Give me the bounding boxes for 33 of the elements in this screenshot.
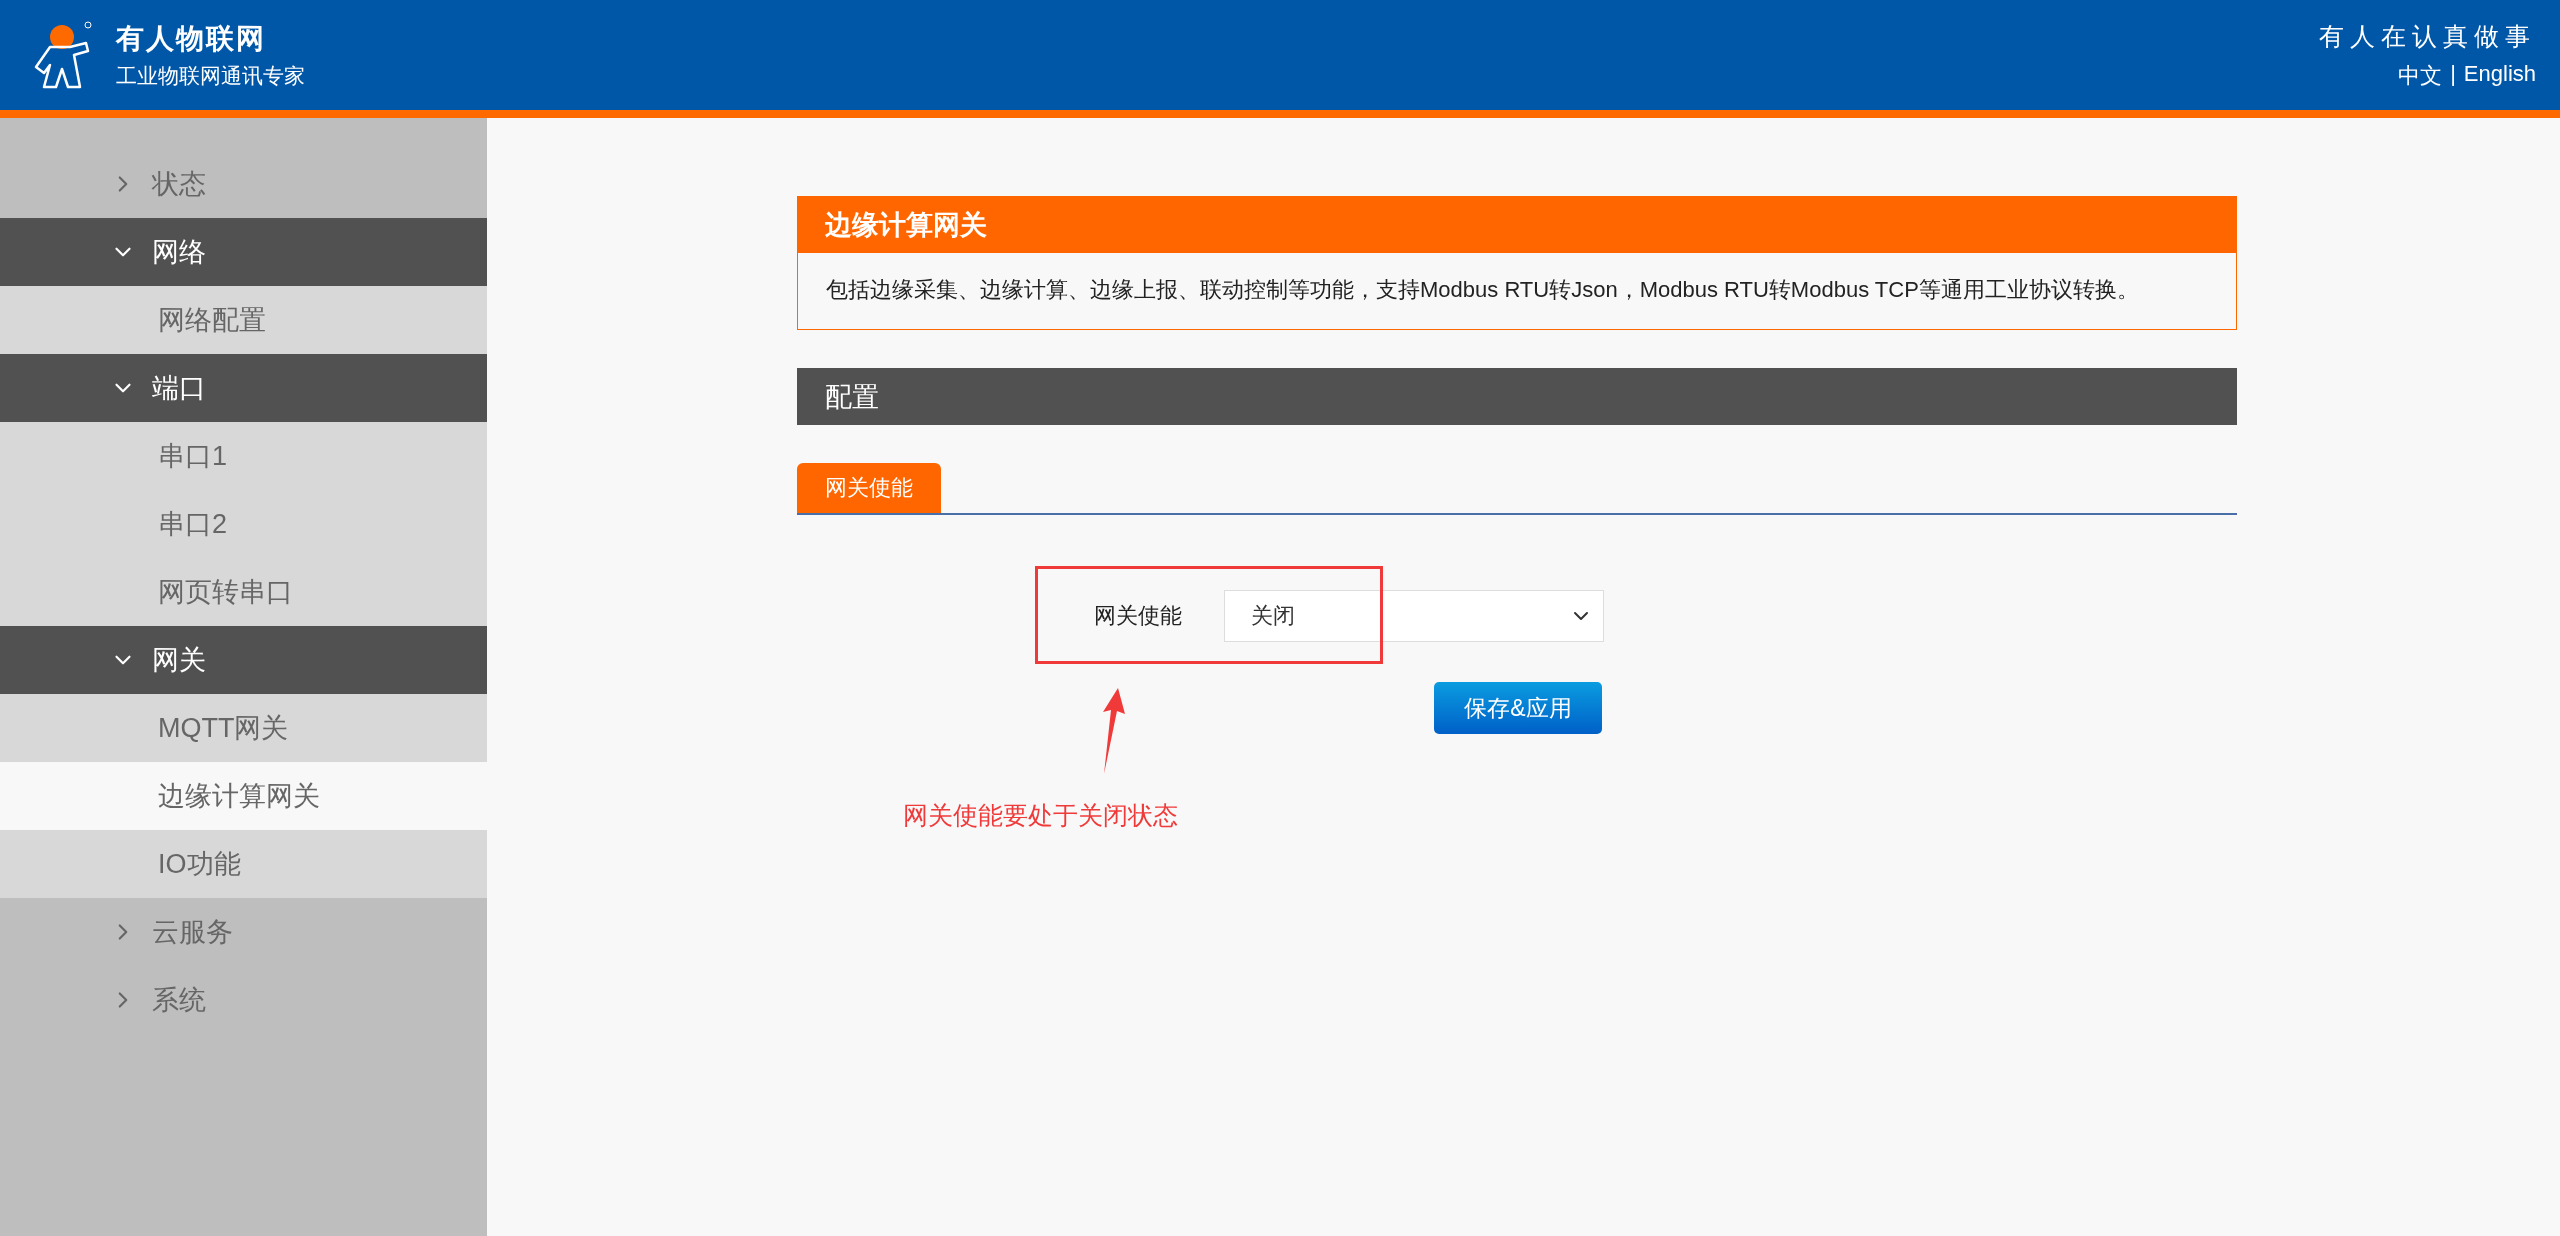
description: 包括边缘采集、边缘计算、边缘上报、联动控制等功能，支持Modbus RTU转Json，Modbus RTU转Modbus TCP等通用工业协议转换。 [797, 253, 2237, 330]
sidebar-group[interactable]: 云服务 [0, 898, 487, 966]
sidebar-group[interactable]: 端口 [0, 354, 487, 422]
slogan: 有人在认真做事 [2319, 20, 2536, 52]
language-separator: | [2450, 60, 2456, 88]
brand-tagline: 工业物联网通讯专家 [116, 63, 305, 89]
annotation-text: 网关使能要处于关闭状态 [903, 800, 1178, 831]
language-link[interactable]: English [2463, 60, 2536, 91]
language-link[interactable]: 中文 [2398, 60, 2443, 91]
sidebar-group-label: 系统 [152, 984, 206, 1017]
sidebar-group[interactable]: 网关 [0, 626, 487, 694]
brand-name: 有人物联网 [116, 22, 267, 56]
sidebar-item[interactable]: 网络配置 [0, 286, 487, 354]
sidebar-group[interactable]: 网络 [0, 218, 487, 286]
sidebar-item[interactable]: 边缘计算网关 [0, 762, 487, 830]
sidebar-item[interactable]: 串口1 [0, 422, 487, 490]
page-title: 边缘计算网关 [797, 196, 2237, 253]
sidebar-group-label: 网关 [152, 644, 206, 677]
sidebar-group-label: 网络 [152, 236, 206, 269]
tab[interactable]: 网关使能 [797, 463, 941, 513]
sidebar-group[interactable]: 系统 [0, 966, 487, 1034]
section-title: 配置 [797, 368, 2237, 425]
sidebar-item[interactable]: IO功能 [0, 830, 487, 898]
field-label: 网关使能 [1094, 602, 1182, 630]
sidebar-group[interactable]: 状态 [0, 150, 487, 218]
sidebar-item[interactable]: 网页转串口 [0, 558, 487, 626]
sidebar-item[interactable]: 串口2 [0, 490, 487, 558]
sidebar-group-label: 云服务 [152, 916, 233, 949]
sidebar-item[interactable]: MQTT网关 [0, 694, 487, 762]
sidebar-group-label: 状态 [152, 168, 206, 201]
gateway-enable-select[interactable]: 关闭 [1224, 590, 1604, 642]
sidebar-group-label: 端口 [152, 372, 206, 405]
save-apply-button[interactable]: 保存&应用 [1434, 682, 1602, 734]
